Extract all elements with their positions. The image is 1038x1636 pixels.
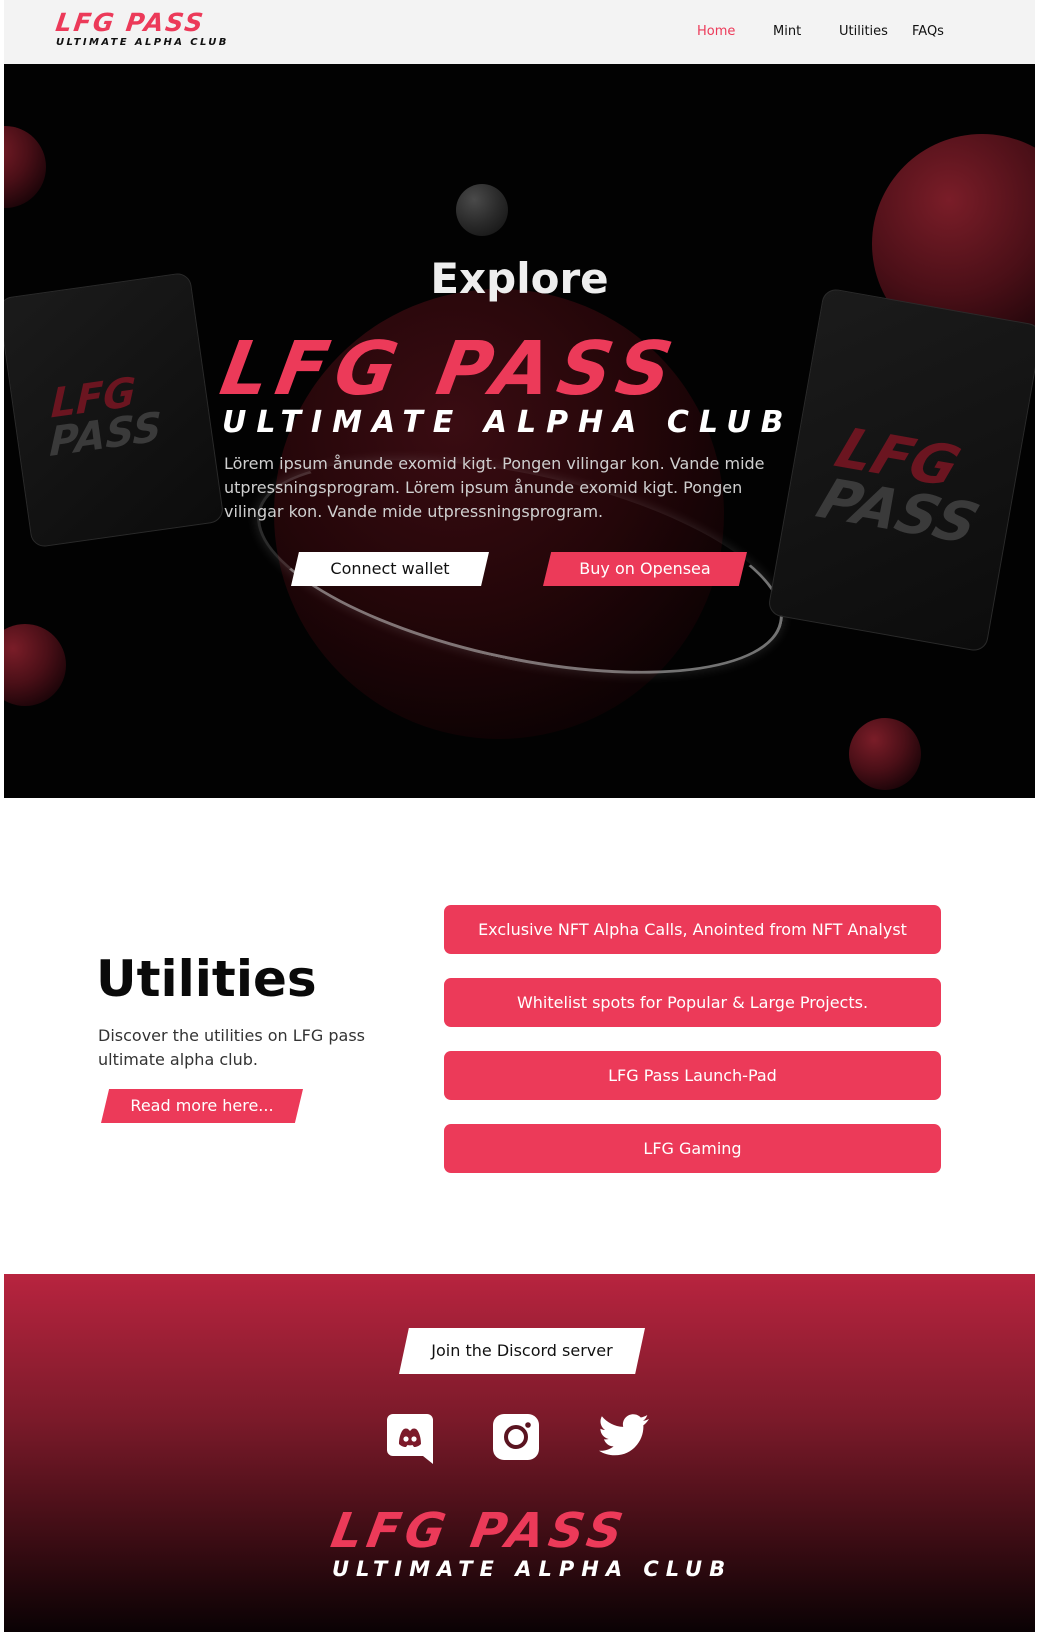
footer-logo-sub: ULTIMATE ALPHA CLUB [332, 1557, 733, 1581]
decor-orb [456, 184, 508, 236]
utility-item-alpha-calls[interactable]: Exclusive NFT Alpha Calls, Anointed from… [444, 905, 941, 954]
card-logo: LFG PASS [48, 369, 163, 467]
utility-item-gaming[interactable]: LFG Gaming [444, 1124, 941, 1173]
utilities-description: Discover the utilities on LFG pass ultim… [98, 1026, 365, 1069]
decor-orb [849, 718, 921, 790]
twitter-icon[interactable] [599, 1414, 649, 1460]
connect-wallet-button[interactable]: Connect wallet [291, 552, 489, 586]
read-more-button[interactable]: Read more here... [101, 1089, 303, 1123]
nav-item-mint[interactable]: Mint [773, 24, 801, 39]
nav-logo-main: LFG PASS [53, 8, 207, 37]
card-logo: LFG PASS [808, 416, 987, 557]
footer-section: Join the Discord server LFG PASS ULTIMAT… [4, 1274, 1035, 1632]
top-navbar: LFG PASS ULTIMATE ALPHA CLUB Home Mint U… [4, 0, 1035, 64]
utility-item-launchpad[interactable]: LFG Pass Launch-Pad [444, 1051, 941, 1100]
hero-logo-sub: ULTIMATE ALPHA CLUB [222, 405, 794, 440]
utility-item-whitelist[interactable]: Whitelist spots for Popular & Large Proj… [444, 978, 941, 1027]
hero-logo: LFG PASS ULTIMATE ALPHA CLUB [214, 326, 822, 440]
buy-on-opensea-button[interactable]: Buy on Opensea [543, 552, 747, 586]
hero-logo-main: LFG PASS [214, 326, 687, 412]
instagram-icon[interactable] [493, 1414, 539, 1460]
hero-description: Lörem ipsum ånunde exomid kigt. Pongen v… [224, 454, 765, 521]
nav-item-utilities[interactable]: Utilities [839, 24, 888, 39]
join-discord-button[interactable]: Join the Discord server [399, 1328, 645, 1374]
nav-item-faqs[interactable]: FAQs [912, 24, 944, 39]
hero-title: Explore [430, 254, 609, 303]
decor-orb [4, 126, 46, 208]
nav-logo[interactable]: LFG PASS ULTIMATE ALPHA CLUB [53, 8, 229, 48]
page-frame: LFG PASS ULTIMATE ALPHA CLUB Home Mint U… [4, 0, 1035, 1632]
utilities-title: Utilities [96, 950, 317, 1008]
hero-section: LFG PASS LFG PASS Explore LFG PASS ULTIM… [4, 64, 1035, 798]
footer-logo: LFG PASS ULTIMATE ALPHA CLUB [327, 1503, 733, 1581]
decor-pass-card: LFG PASS [4, 271, 225, 549]
nav-item-home[interactable]: Home [697, 24, 735, 39]
discord-icon[interactable] [387, 1414, 433, 1464]
decor-orb [4, 624, 66, 706]
footer-logo-main: LFG PASS [327, 1503, 632, 1559]
nav-logo-sub: ULTIMATE ALPHA CLUB [56, 37, 229, 48]
